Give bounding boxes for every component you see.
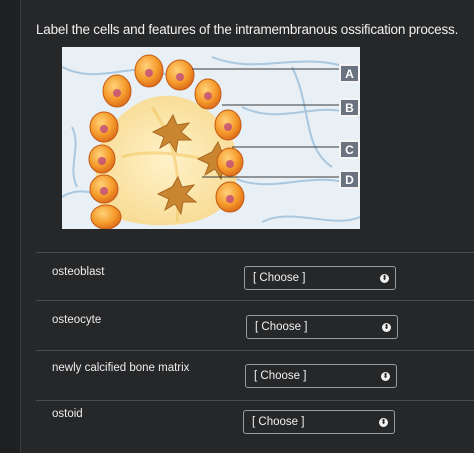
dropdown-arrow-icon: ⬍	[382, 323, 391, 332]
callout-a: A	[339, 64, 360, 83]
dropdown-arrow-icon: ⬍	[379, 418, 388, 427]
select-value: [ Choose ]	[252, 416, 305, 428]
divider	[36, 300, 474, 301]
row-label-osteocyte: osteocyte	[52, 314, 102, 326]
row-label-calcified-matrix: newly calcified bone matrix	[52, 362, 190, 374]
dropdown-arrow-icon: ⬍	[380, 274, 389, 283]
select-value: [ Choose ]	[254, 370, 307, 382]
select-value: [ Choose ]	[253, 272, 306, 284]
callout-c: C	[339, 140, 360, 159]
callout-d: D	[339, 170, 360, 189]
select-value: [ Choose ]	[255, 321, 308, 333]
divider	[36, 252, 474, 253]
choose-select-ostoid[interactable]: [ Choose ] ⬍	[243, 410, 395, 434]
row-label-osteoblast: osteoblast	[52, 266, 105, 278]
ossification-diagram: A B C D	[62, 47, 360, 229]
choose-select-osteoblast[interactable]: [ Choose ] ⬍	[244, 266, 396, 290]
ossification-illustration	[62, 47, 360, 229]
divider	[36, 350, 474, 351]
question-title: Label the cells and features of the intr…	[36, 22, 459, 37]
dropdown-arrow-icon: ⬍	[381, 372, 390, 381]
divider	[36, 400, 474, 401]
row-label-ostoid: ostoid	[52, 408, 83, 420]
choose-select-calcified-matrix[interactable]: [ Choose ] ⬍	[245, 364, 397, 388]
callout-b: B	[339, 98, 360, 117]
choose-select-osteocyte[interactable]: [ Choose ] ⬍	[246, 315, 398, 339]
